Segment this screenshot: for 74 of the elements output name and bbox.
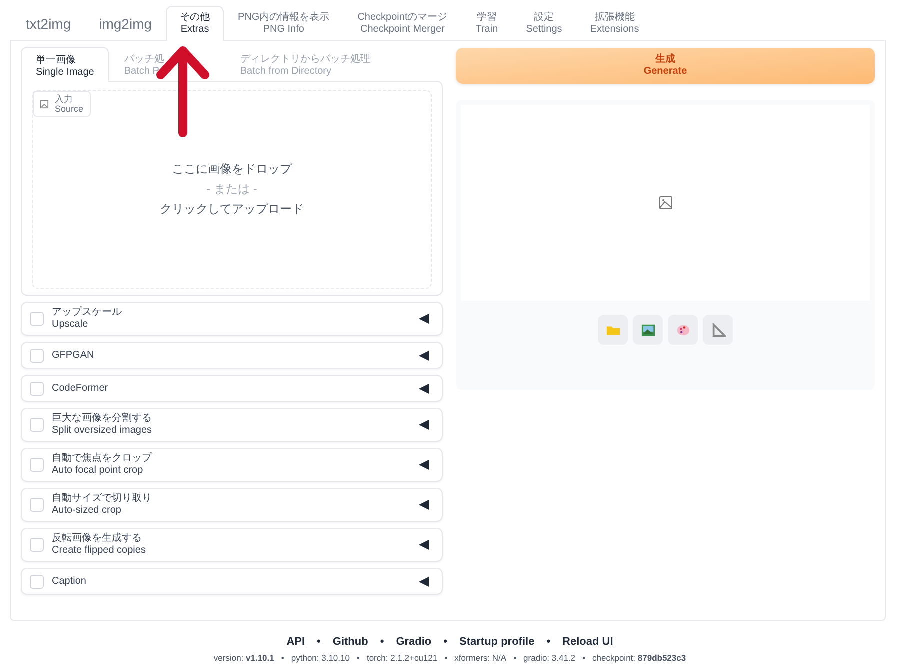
image-icon [658,196,672,210]
tab[interactable]: 設定 Settings [512,6,576,40]
checkbox[interactable] [30,382,44,396]
accordion-label: アップスケール Upscale [52,307,123,331]
checkbox[interactable] [30,458,44,472]
separator-dot: • [444,636,448,648]
accordion-label: 自動で焦点をクロップ Auto focal point crop [52,453,154,477]
accordion[interactable]: 自動サイズで切り取り Auto-sized crop [21,488,443,522]
version-info: torch: 2.1.2+cu121 [366,653,438,663]
version-info: python: 3.10.10 [291,653,350,663]
separator-dot: • [514,653,517,663]
ruler-button[interactable] [703,315,733,345]
separator-dot: • [356,653,360,663]
image-button[interactable] [633,315,663,345]
accordion-label: Caption [52,576,88,588]
checkbox[interactable] [30,312,44,326]
accordion-label: 自動サイズで切り取り Auto-sized crop [52,493,153,517]
source-text: 入力 Source [55,94,84,114]
tab[interactable]: 単一画像 Single Image [21,47,110,82]
footer-link[interactable]: Gradio [396,636,432,648]
accordion-label: GFPGAN [52,350,96,362]
version-info: checkpoint: 879db523c3 [592,653,686,663]
upload-text: - または - [206,181,258,198]
upload-text: クリックしてアップロード [160,201,304,218]
tab[interactable]: img2img [85,6,166,40]
checkbox[interactable] [30,538,44,552]
tab[interactable]: Checkpointのマージ Checkpoint Merger [344,6,462,40]
upload-area[interactable]: 入力 Source ここに画像をドロップ - または - クリックしてアップロード [32,90,432,289]
checkbox[interactable] [30,348,44,362]
collapse-icon[interactable] [418,313,430,325]
tab[interactable]: PNG内の情報を表示 PNG Info [224,6,344,40]
version-info: xformers: N/A [454,653,507,663]
accordion[interactable]: GFPGAN [21,342,443,369]
tab[interactable]: その他 Extras [166,6,224,41]
accordion[interactable]: CodeFormer [21,375,443,402]
version-info: version: v1.10.1 [214,653,274,663]
collapse-icon[interactable] [418,350,430,362]
collapse-icon[interactable] [418,539,430,551]
footer-link[interactable]: Startup profile [460,636,535,648]
accordion[interactable]: 自動で焦点をクロップ Auto focal point crop [21,448,443,482]
accordion[interactable]: アップスケール Upscale [21,302,443,336]
separator-dot: • [317,636,321,648]
generate-button[interactable]: 生成 Generate [456,48,875,84]
version-info: gradio: 3.41.2 [524,653,576,663]
accordion-label: CodeFormer [52,382,110,394]
checkbox[interactable] [30,498,44,512]
checkbox[interactable] [30,574,44,588]
accordion-label: 反転画像を生成する Create flipped copies [52,533,147,557]
separator-dot: • [380,636,384,648]
collapse-icon[interactable] [418,576,430,588]
tab[interactable]: 学習 Train [462,6,512,40]
collapse-icon[interactable] [418,499,430,511]
separator-dot: • [546,636,551,648]
triangle-ruler-icon [710,322,726,338]
palette-icon [676,322,690,338]
accordion[interactable]: Caption [21,568,443,595]
image-icon [640,322,656,338]
checkbox[interactable] [30,418,44,432]
accordion[interactable]: 巨大な画像を分割する Split oversized images [21,408,443,442]
upload-text: ここに画像をドロップ [172,161,292,178]
accordion[interactable]: 反転画像を生成する Create flipped copies [21,528,443,562]
collapse-icon[interactable] [418,382,430,394]
footer-link[interactable]: API [286,636,306,648]
image-icon [40,100,49,108]
tab[interactable]: txt2img [12,6,86,40]
separator-dot: • [281,653,284,663]
footer-link[interactable]: Reload UI [562,636,614,648]
tab[interactable]: 拡張機能 Extensions [576,6,654,40]
accordion-label: 巨大な画像を分割する Split oversized images [52,413,154,437]
collapse-icon[interactable] [418,459,430,471]
separator-dot: • [444,653,448,663]
collapse-icon[interactable] [418,419,430,431]
footer-link[interactable]: Github [332,636,368,648]
separator-dot: • [582,653,586,663]
